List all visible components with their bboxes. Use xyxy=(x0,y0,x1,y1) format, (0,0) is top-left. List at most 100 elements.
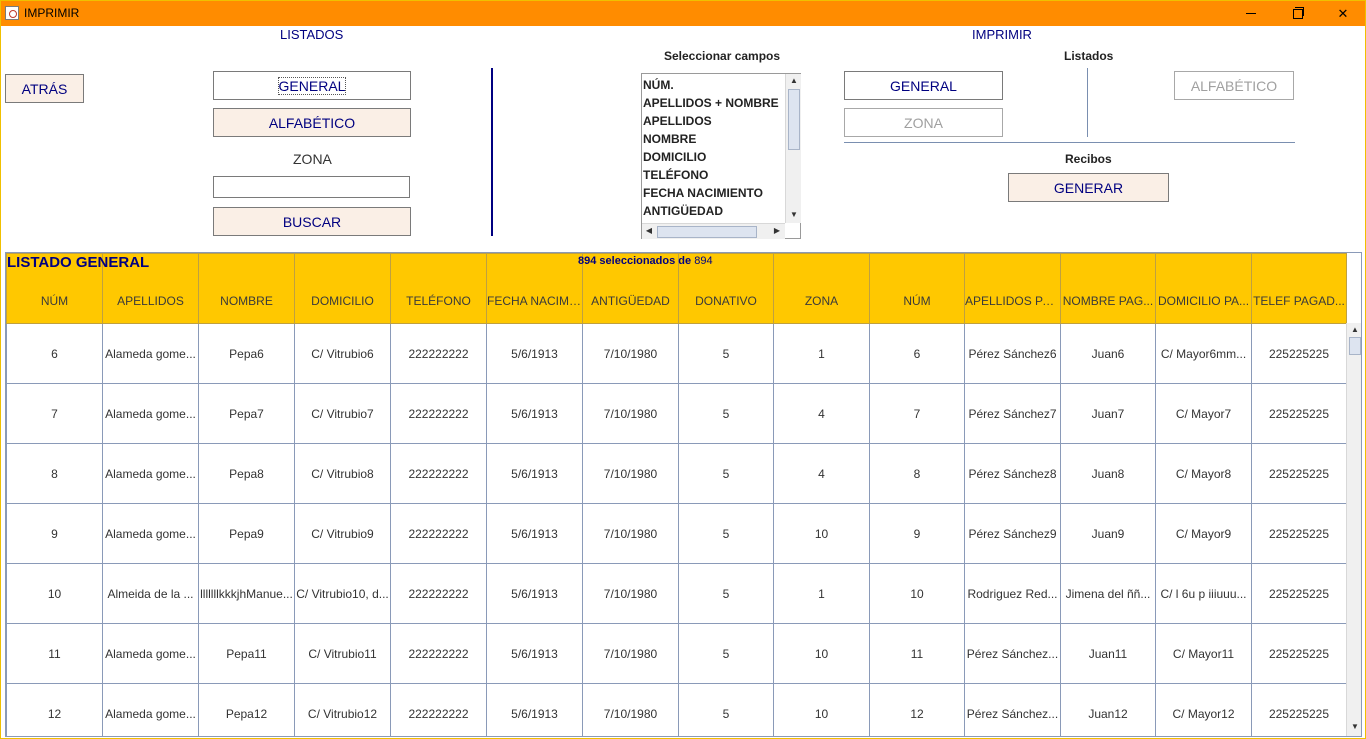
column-header[interactable]: NOMBRE xyxy=(198,253,295,324)
table-cell[interactable]: 4 xyxy=(773,443,870,504)
table-cell[interactable]: 9 xyxy=(869,503,965,564)
table-cell[interactable]: Pepa12 xyxy=(198,683,295,736)
table-cell[interactable]: C/ Vitrubio6 xyxy=(294,323,391,384)
table-cell[interactable]: Pepa11 xyxy=(198,623,295,684)
table-cell[interactable]: 7 xyxy=(869,383,965,444)
table-cell[interactable]: 222222222 xyxy=(390,563,487,624)
table-cell[interactable]: C/ l 6u p iiiuuu... xyxy=(1155,563,1252,624)
table-scroll-up-arrow-icon[interactable]: ▲ xyxy=(1348,323,1361,337)
table-cell[interactable]: 5/6/1913 xyxy=(486,383,583,444)
fields-vertical-scroll-thumb[interactable] xyxy=(788,89,800,150)
table-cell[interactable]: 222222222 xyxy=(390,323,487,384)
table-cell[interactable]: Pérez Sánchez8 xyxy=(964,443,1061,504)
table-cell[interactable]: 7/10/1980 xyxy=(582,443,679,504)
table-cell[interactable]: 5/6/1913 xyxy=(486,323,583,384)
table-cell[interactable]: 10 xyxy=(773,683,870,736)
print-alphabetic-button[interactable]: ALFABÉTICO xyxy=(1174,71,1294,100)
table-cell[interactable]: 222222222 xyxy=(390,443,487,504)
table-cell[interactable]: Alameda gome... xyxy=(102,443,199,504)
table-cell[interactable]: 10 xyxy=(773,623,870,684)
table-cell[interactable]: C/ Vitrubio10, d... xyxy=(294,563,391,624)
table-cell[interactable]: 7/10/1980 xyxy=(582,323,679,384)
table-cell[interactable]: 5 xyxy=(678,503,774,564)
table-cell[interactable]: 225225225 xyxy=(1251,323,1347,384)
column-header[interactable]: NÚM xyxy=(869,253,965,324)
close-button[interactable]: ✕ xyxy=(1320,1,1365,26)
table-cell[interactable]: 222222222 xyxy=(390,383,487,444)
table-cell[interactable]: C/ Vitrubio7 xyxy=(294,383,391,444)
table-row[interactable]: 12 Alameda gome... Pepa12 C/ Vitrubio12 2222… xyxy=(6,683,1347,736)
fields-listbox[interactable]: NÚM. APELLIDOS + NOMBRE APELLIDOS NOMBRE… xyxy=(641,73,801,239)
table-cell[interactable]: Pérez Sánchez9 xyxy=(964,503,1061,564)
table-cell[interactable]: Pepa8 xyxy=(198,443,295,504)
table-cell[interactable]: Pérez Sánchez... xyxy=(964,683,1061,736)
table-cell[interactable]: Rodriguez Red... xyxy=(964,563,1061,624)
field-item[interactable]: TELÉFONO xyxy=(643,166,779,184)
table-row[interactable]: 11 Alameda gome... Pepa11 C/ Vitrubio11 2222… xyxy=(6,623,1347,684)
table-cell[interactable]: 5 xyxy=(678,563,774,624)
table-cell[interactable]: 225225225 xyxy=(1251,683,1347,736)
table-row[interactable]: 6 Alameda gome... Pepa6 C/ Vitrubio6 2222222… xyxy=(6,323,1347,384)
table-cell[interactable]: Pepa9 xyxy=(198,503,295,564)
table-cell[interactable]: 12 xyxy=(869,683,965,736)
table-cell[interactable]: 222222222 xyxy=(390,683,487,736)
table-cell[interactable]: 1 xyxy=(773,323,870,384)
alphabetic-list-button[interactable]: ALFABÉTICO xyxy=(213,108,411,137)
table-cell[interactable]: 7/10/1980 xyxy=(582,383,679,444)
table-cell[interactable]: 5/6/1913 xyxy=(486,443,583,504)
table-cell[interactable]: 5/6/1913 xyxy=(486,623,583,684)
fields-vertical-scrollbar[interactable]: ▲ ▼ xyxy=(785,74,801,223)
general-list-button[interactable]: GENERAL xyxy=(213,71,411,100)
generate-receipts-button[interactable]: GENERAR xyxy=(1008,173,1169,202)
field-item[interactable]: DOMICILIO xyxy=(643,148,779,166)
scroll-left-arrow-icon[interactable]: ◀ xyxy=(642,224,656,238)
table-cell[interactable]: Juan6 xyxy=(1060,323,1156,384)
table-cell[interactable]: C/ Mayor6mm... xyxy=(1155,323,1252,384)
table-cell[interactable]: 6 xyxy=(6,323,103,384)
fields-horizontal-scroll-thumb[interactable] xyxy=(657,226,757,238)
table-cell[interactable]: 5/6/1913 xyxy=(486,503,583,564)
column-header[interactable]: NOMBRE PAG... xyxy=(1060,253,1156,324)
table-cell[interactable]: Alameda gome... xyxy=(102,683,199,736)
table-vertical-scrollbar[interactable]: ▲ ▼ xyxy=(1346,323,1361,736)
search-button[interactable]: BUSCAR xyxy=(213,207,411,236)
table-row[interactable]: 7 Alameda gome... Pepa7 C/ Vitrubio7 2222222… xyxy=(6,383,1347,444)
column-header[interactable]: TELÉFONO xyxy=(390,253,487,324)
field-item[interactable]: APELLIDOS + NOMBRE xyxy=(643,94,779,112)
table-cell[interactable]: Pepa6 xyxy=(198,323,295,384)
table-cell[interactable]: Alameda gome... xyxy=(102,623,199,684)
table-cell[interactable]: C/ Mayor8 xyxy=(1155,443,1252,504)
zone-input[interactable] xyxy=(213,176,410,198)
table-cell[interactable]: 5/6/1913 xyxy=(486,683,583,736)
table-cell[interactable]: 7/10/1980 xyxy=(582,623,679,684)
table-cell[interactable]: 1 xyxy=(773,563,870,624)
column-header[interactable]: APELLIDOS PA... xyxy=(964,253,1061,324)
scroll-up-arrow-icon[interactable]: ▲ xyxy=(787,74,801,88)
table-cell[interactable]: 5 xyxy=(678,323,774,384)
table-cell[interactable]: C/ Vitrubio11 xyxy=(294,623,391,684)
minimize-button[interactable] xyxy=(1228,1,1274,26)
table-row[interactable]: 9 Alameda gome... Pepa9 C/ Vitrubio9 2222222… xyxy=(6,503,1347,564)
table-cell[interactable]: Juan9 xyxy=(1060,503,1156,564)
table-cell[interactable]: 8 xyxy=(869,443,965,504)
table-cell[interactable]: lllllllkkkjhManue... xyxy=(198,563,295,624)
table-cell[interactable]: 10 xyxy=(6,563,103,624)
table-cell[interactable]: 7/10/1980 xyxy=(582,563,679,624)
table-cell[interactable]: 7 xyxy=(6,383,103,444)
table-cell[interactable]: C/ Mayor11 xyxy=(1155,623,1252,684)
table-cell[interactable]: Almeida de la ... xyxy=(102,563,199,624)
table-cell[interactable]: Pérez Sánchez... xyxy=(964,623,1061,684)
table-row[interactable]: 8 Alameda gome... Pepa8 C/ Vitrubio8 2222222… xyxy=(6,443,1347,504)
table-cell[interactable]: C/ Vitrubio12 xyxy=(294,683,391,736)
field-item[interactable]: ANTIGÜEDAD xyxy=(643,202,779,220)
title-bar[interactable]: IMPRIMIR ✕ xyxy=(1,1,1365,26)
table-cell[interactable]: 225225225 xyxy=(1251,623,1347,684)
column-header[interactable]: DOMICILIO xyxy=(294,253,391,324)
table-cell[interactable]: 222222222 xyxy=(390,503,487,564)
table-cell[interactable]: 225225225 xyxy=(1251,503,1347,564)
table-cell[interactable]: C/ Mayor7 xyxy=(1155,383,1252,444)
column-header[interactable]: DOMICILIO PA... xyxy=(1155,253,1252,324)
field-item[interactable]: NÚM. xyxy=(643,76,779,94)
back-button[interactable]: ATRÁS xyxy=(5,74,84,103)
table-cell[interactable]: 12 xyxy=(6,683,103,736)
